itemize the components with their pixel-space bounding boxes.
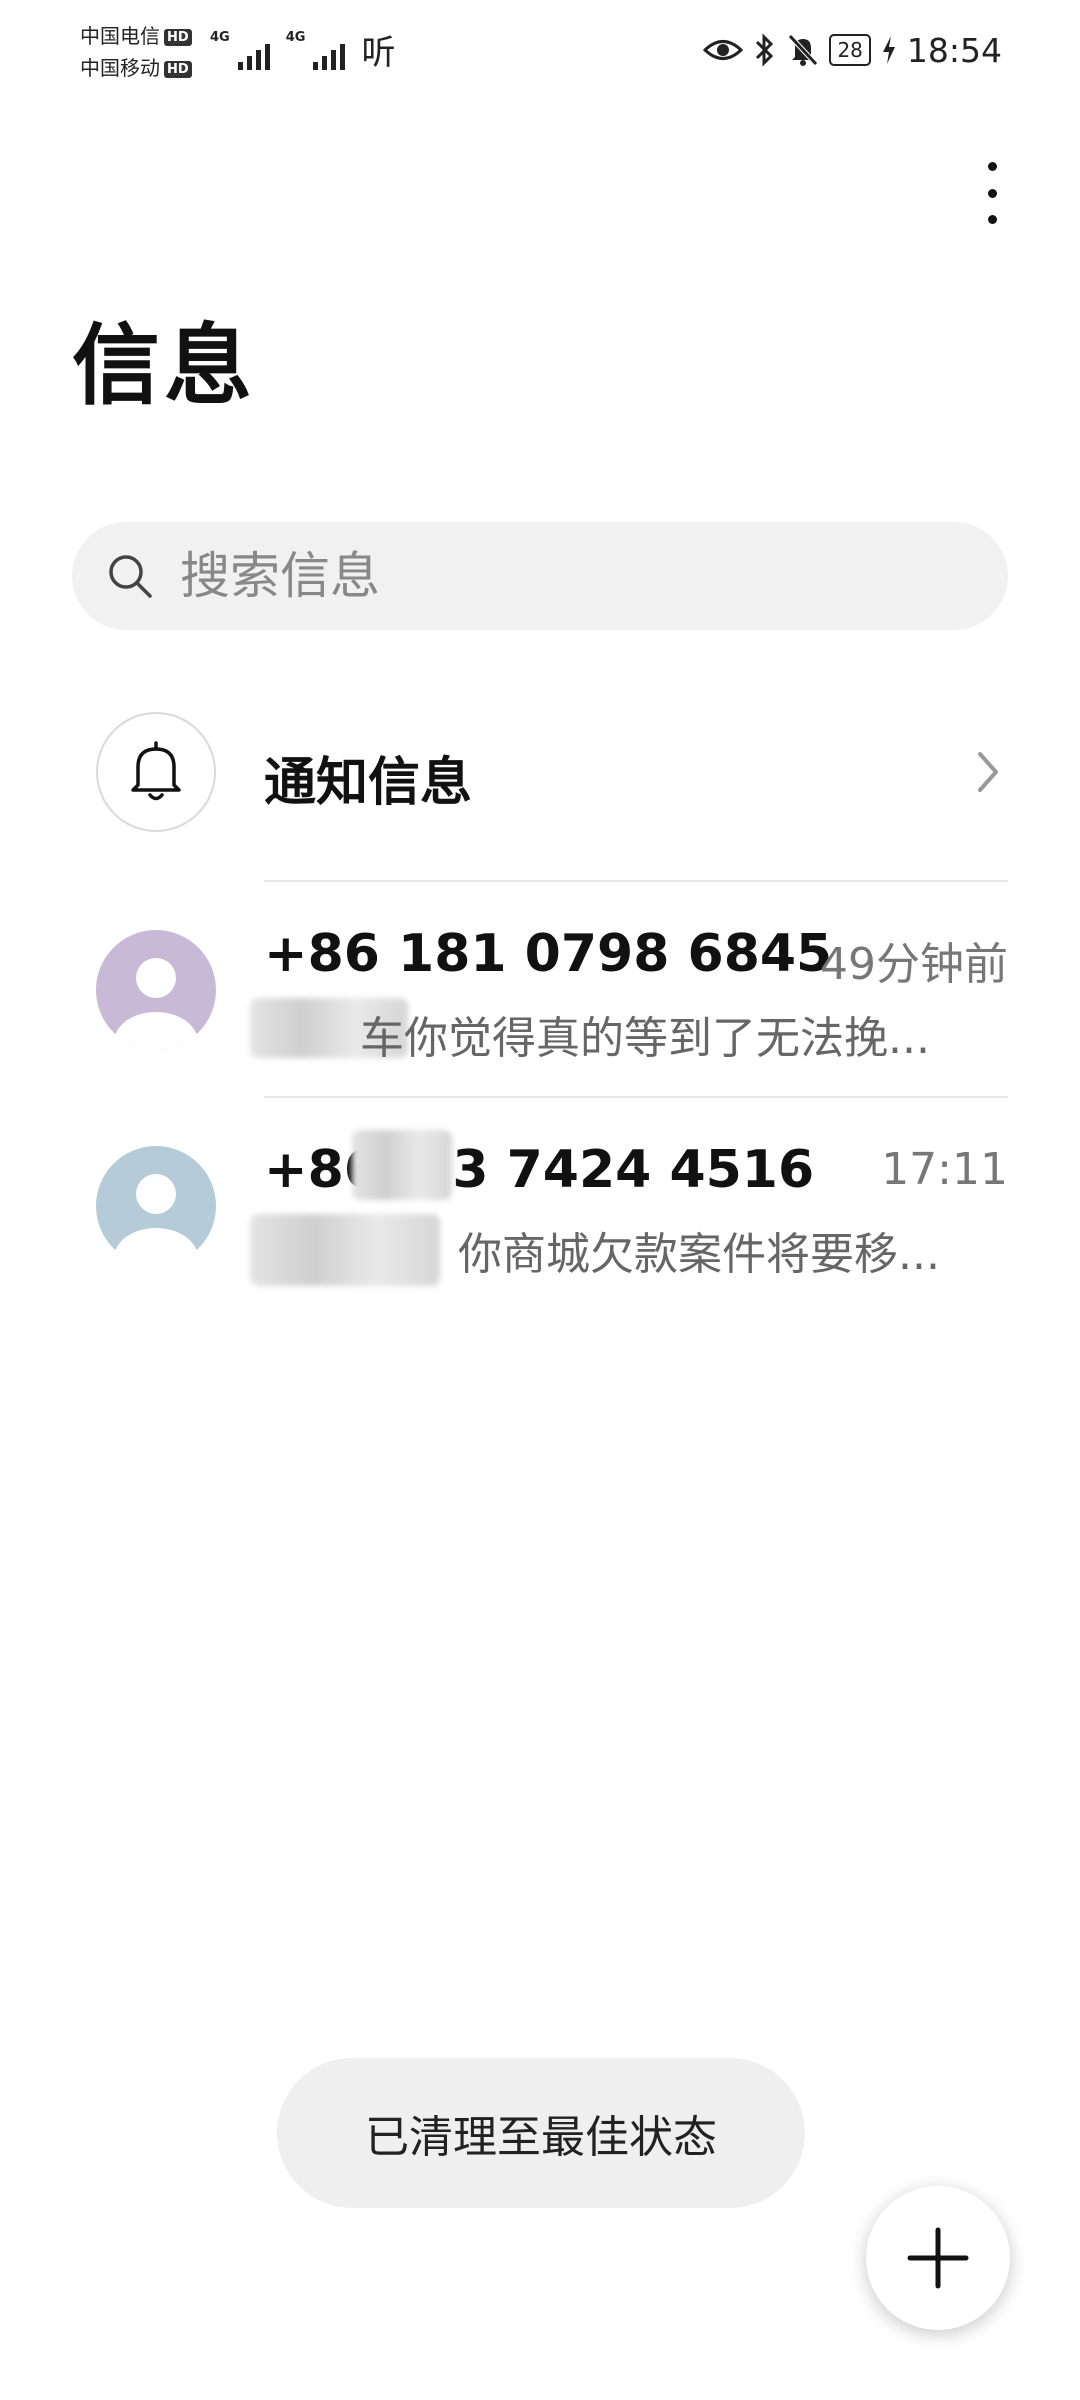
message-snippet: 车你觉得真的等到了无法挽... — [360, 1013, 930, 1064]
eye-icon — [703, 40, 744, 60]
carrier-2-label: 中国移动 — [80, 56, 160, 80]
more-options-button[interactable] — [968, 158, 1016, 228]
status-icons: 28 18:54 — [703, 28, 1002, 72]
battery-indicator: 28 — [829, 34, 871, 66]
network-2-label: 4G — [285, 30, 306, 45]
message-time: 49分钟前 — [820, 939, 1008, 990]
carrier-1-label: 中国电信 — [80, 24, 160, 48]
person-icon — [114, 958, 198, 1050]
conversation-item[interactable]: +86 1 3 7424 4516 17:11 你商城欠款案件将要移... — [0, 1116, 1080, 1306]
chevron-right-icon — [978, 752, 998, 792]
charging-icon — [882, 36, 895, 64]
signal-1-icon — [237, 44, 270, 70]
message-time: 17:11 — [881, 1144, 1008, 1195]
hd-badge-2: HD — [164, 61, 192, 78]
carrier-1: 中国电信 HD — [80, 26, 192, 46]
dot-icon — [987, 188, 997, 198]
dot-icon — [987, 215, 997, 224]
carrier-2: 中国移动 HD — [80, 58, 192, 78]
notification-messages-row[interactable]: 通知信息 — [0, 694, 1080, 850]
clock: 18:54 — [906, 30, 1002, 70]
person-icon — [114, 1174, 198, 1266]
bluetooth-icon — [756, 33, 774, 67]
notification-avatar — [96, 712, 216, 832]
page-title: 信息 — [72, 314, 257, 417]
avatar — [96, 930, 216, 1050]
conversation-item[interactable]: +86 181 0798 6845 49分钟前 车你觉得真的等到了无法挽... — [0, 900, 1080, 1090]
toast-message: 已清理至最佳状态 — [277, 2058, 805, 2208]
new-message-button[interactable] — [866, 2186, 1010, 2330]
message-snippet: 你商城欠款案件将要移... — [458, 1229, 940, 1280]
notification-label: 通知信息 — [264, 753, 473, 813]
divider — [264, 880, 1008, 882]
avatar — [96, 1146, 216, 1266]
search-input[interactable] — [178, 546, 942, 606]
dot-icon — [987, 162, 997, 171]
signal-2-icon — [313, 44, 346, 70]
listen-label: 听 — [361, 33, 396, 73]
search-bar[interactable] — [72, 522, 1008, 630]
contact-number: +86 1 3 7424 4516 — [264, 1140, 815, 1200]
bell-muted-icon — [788, 34, 819, 66]
network-1-label: 4G — [210, 30, 230, 45]
redacted-block — [250, 1214, 440, 1286]
signal-indicators: 4G 4G 听 — [210, 30, 395, 70]
divider — [264, 1096, 1008, 1098]
plus-icon — [907, 2227, 969, 2289]
redacted-block — [352, 1130, 452, 1200]
search-icon — [109, 555, 152, 598]
bell-icon — [131, 741, 181, 801]
contact-number: +86 181 0798 6845 — [264, 924, 833, 984]
hd-badge-1: HD — [164, 29, 192, 46]
